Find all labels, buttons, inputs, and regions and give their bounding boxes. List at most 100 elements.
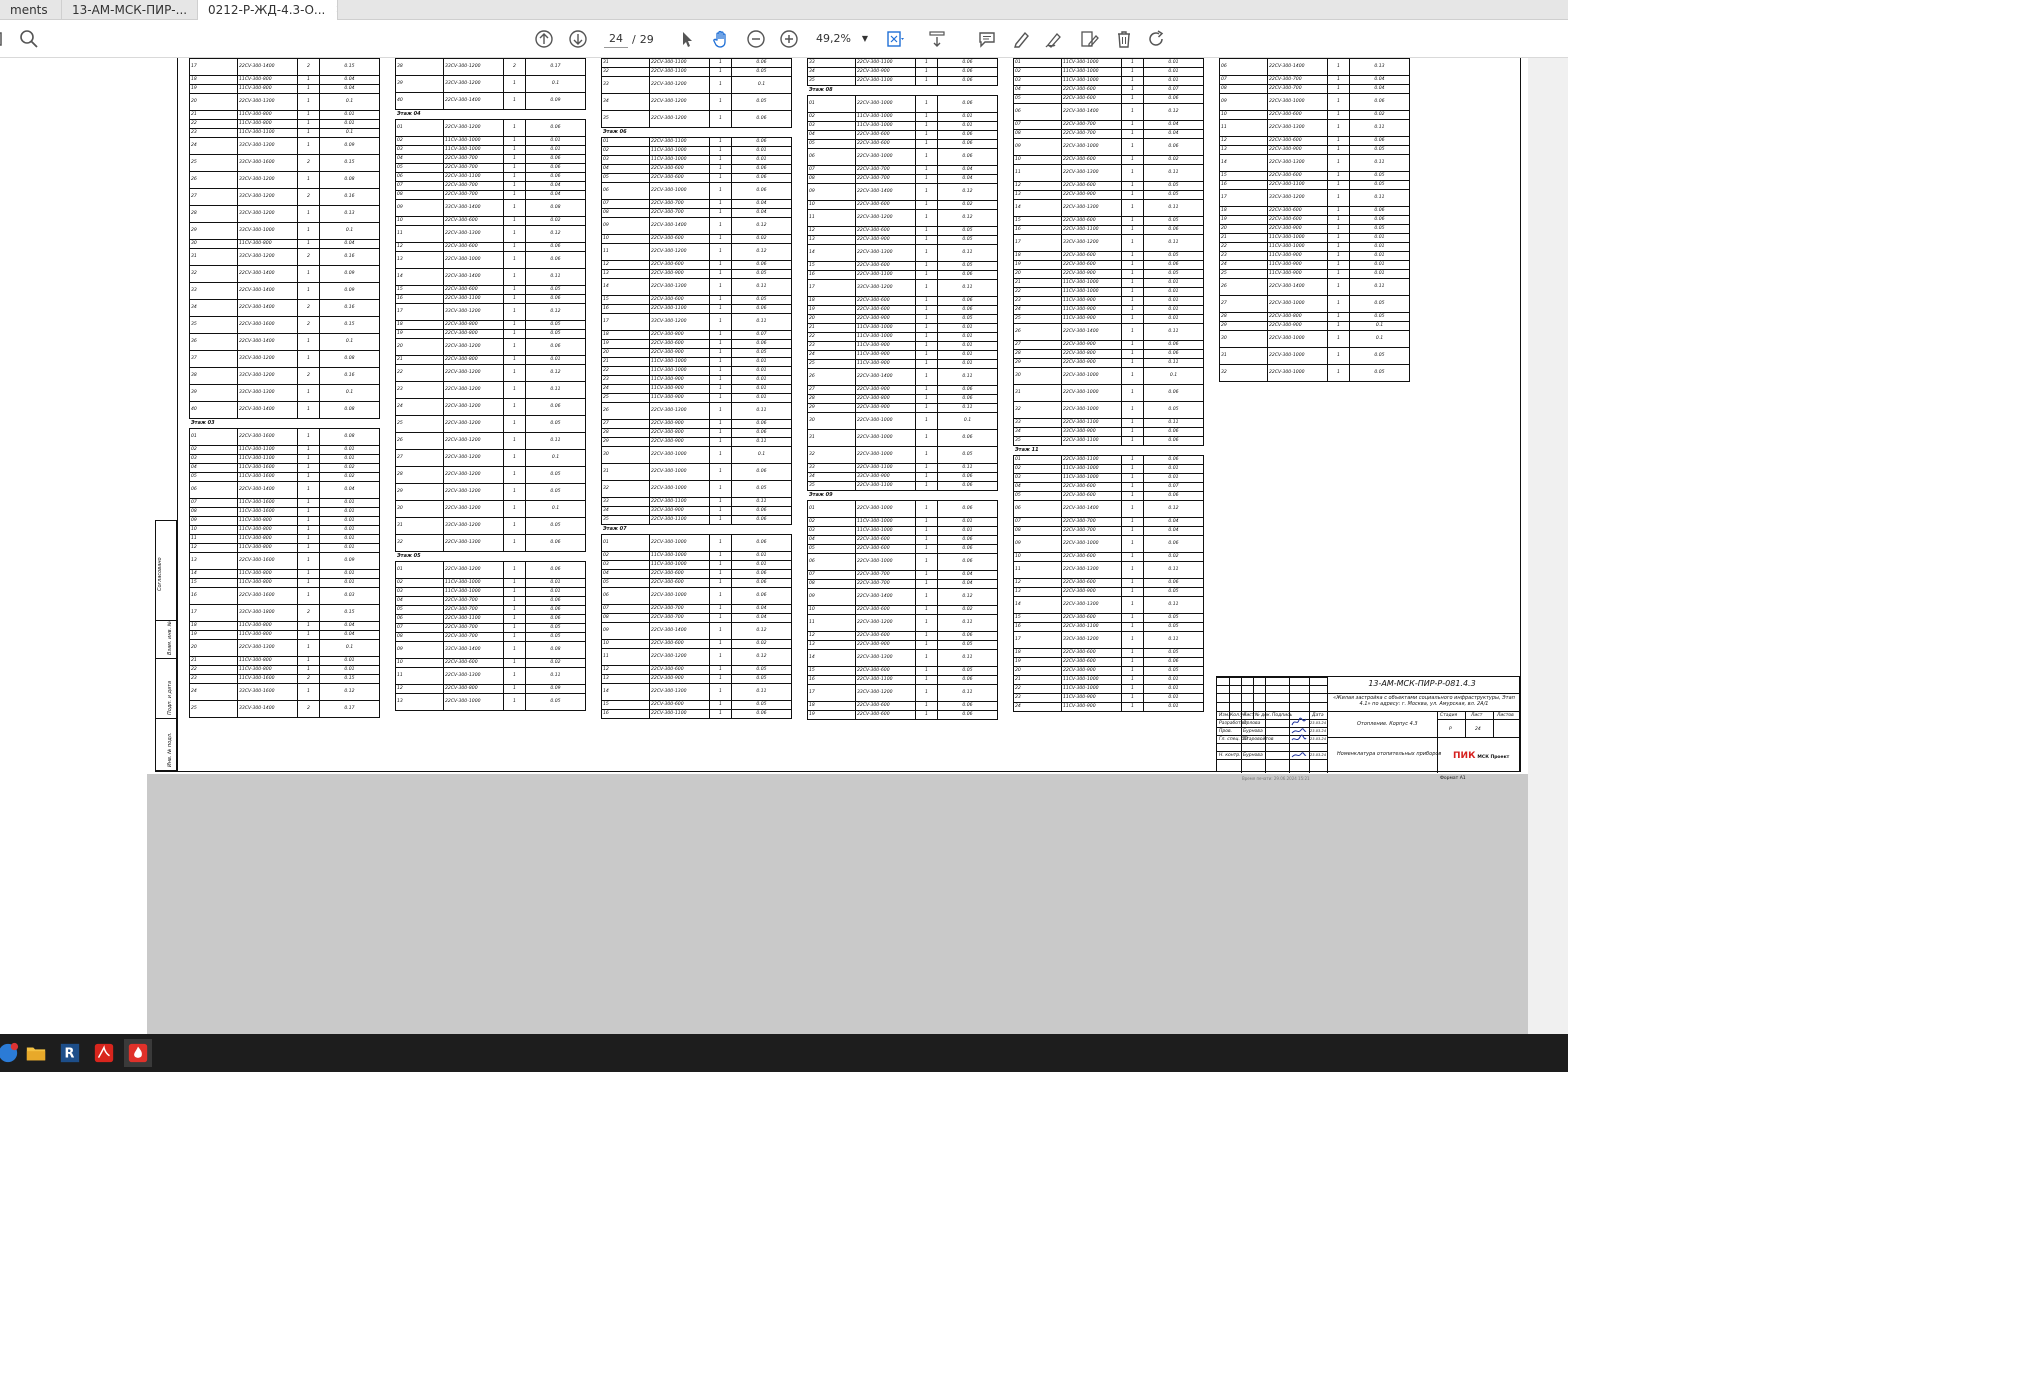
value: 0.11 [1143, 358, 1204, 368]
quantity: 1 [1327, 347, 1350, 365]
quantity: 1 [297, 472, 320, 482]
value: 0.06 [525, 338, 586, 356]
value: 0.13 [1349, 58, 1410, 76]
edge-browser-icon[interactable] [0, 1039, 22, 1067]
table-row: 40 22CV-300-1400 1 0.09 [395, 92, 586, 110]
value: 0.06 [731, 587, 792, 605]
quantity: 1 [503, 154, 526, 164]
pdf-app-icon[interactable] [124, 1039, 152, 1067]
table-row: 17 33CV-300-1200 1 0.11 [807, 279, 998, 297]
quantity: 1 [1121, 578, 1144, 588]
value: 0.03 [319, 587, 380, 605]
scroll-mode-icon[interactable] [926, 28, 948, 50]
row-number: 26 [807, 368, 856, 386]
search-icon[interactable] [18, 28, 40, 50]
radiator-model: 11CV-300-800 [237, 525, 298, 535]
table-row: 28 33CV-300-1200 1 0.13 [189, 205, 380, 223]
document-viewport[interactable]: Согласовано Взам. инв. № Подп. и дата Ин… [0, 58, 1568, 1034]
row-number: 10 [601, 639, 650, 649]
close-icon[interactable]: ✕ [335, 0, 337, 20]
value: 0.01 [319, 534, 380, 544]
rotate-icon[interactable] [1146, 28, 1168, 50]
quantity: 1 [1121, 58, 1144, 68]
trash-icon[interactable] [1113, 28, 1135, 50]
table-row: 22 11CV-300-1000 1 0.01 [601, 366, 792, 376]
quantity: 1 [503, 364, 526, 382]
radiator-model: 11CV-300-800 [237, 534, 298, 544]
comment-icon[interactable] [976, 28, 998, 50]
value: 0.01 [1143, 693, 1204, 703]
tab-doc-2-active[interactable]: 0212-Р-ЖД-4.3-О...✕ [198, 0, 338, 20]
table-row: 31 22CV-300-1000 1 0.06 [807, 429, 998, 447]
table-row: 09 22CV-300-1400 1 0.12 [601, 217, 792, 235]
value: 0.06 [731, 709, 792, 719]
table-row: 28 22CV-300-800 1 0.06 [1013, 349, 1204, 359]
row-number: 16 [807, 675, 856, 685]
person-name: Орлова [1243, 721, 1261, 726]
row-number: 08 [807, 579, 856, 589]
tab-doc-1[interactable]: 13-АМ-МСК-ПИР-... [62, 0, 198, 20]
quantity: 1 [915, 139, 938, 149]
radiator-model: 22CV-300-1400 [649, 217, 710, 235]
radiator-model: 22CV-300-1300 [443, 534, 504, 552]
highlight-pen-icon[interactable] [1010, 28, 1032, 50]
quantity: 1 [1327, 84, 1350, 94]
value: 0.02 [937, 200, 998, 210]
row-number: 31 [807, 429, 856, 447]
quantity: 1 [1121, 181, 1144, 191]
value: 0.06 [525, 614, 586, 624]
quantity: 1 [503, 605, 526, 615]
hand-tool-icon[interactable] [710, 28, 732, 50]
value: 0.16 [319, 299, 380, 317]
zoom-out-button[interactable] [745, 28, 767, 50]
page-number-input[interactable]: 24 [604, 30, 628, 48]
radiator-model: 22CV-300-1000 [855, 429, 916, 447]
value: 0.09 [319, 265, 380, 283]
previous-page-button[interactable] [533, 28, 555, 50]
value: 0.05 [525, 693, 586, 711]
radiator-model: 22CV-300-1200 [443, 432, 504, 450]
value: 0.05 [937, 235, 998, 245]
draw-icon[interactable] [1043, 28, 1065, 50]
value: 0.05 [1143, 401, 1204, 419]
next-page-button[interactable] [567, 28, 589, 50]
quantity: 1 [1121, 234, 1144, 252]
radiator-model: 11CV-300-800 [237, 119, 298, 129]
zoom-in-button[interactable] [778, 28, 800, 50]
table-row: 16 22CV-300-1100 1 0.06 [1013, 225, 1204, 235]
row-number: 07 [807, 165, 856, 175]
radiator-model: 22CV-300-900 [855, 235, 916, 245]
zoom-level-select[interactable]: 49,2% ▼ [816, 30, 868, 48]
value: 0.05 [1349, 364, 1410, 382]
row-number: 09 [807, 588, 856, 606]
value: 0.06 [1143, 436, 1204, 446]
radiator-model: 11CV-300-1600 [237, 674, 298, 684]
row-number: 06 [1219, 58, 1268, 76]
file-explorer-icon[interactable] [22, 1039, 50, 1067]
row-number: 10 [1013, 552, 1062, 562]
row-number: 05 [395, 605, 444, 615]
row-number: 11 [1219, 119, 1268, 137]
radiator-model: 22CV-300-1400 [649, 622, 710, 640]
select-cursor-icon[interactable] [676, 28, 698, 50]
row-number: 02 [601, 551, 650, 561]
sidebar-toggle-icon[interactable] [0, 28, 12, 50]
edit-text-icon[interactable] [1078, 28, 1100, 50]
quantity: 1 [709, 506, 732, 516]
stage-header: Стадия [1440, 713, 1458, 718]
table-row: 35 22CV-300-1100 1 0.06 [807, 481, 998, 491]
quantity: 1 [503, 517, 526, 535]
tab-documents[interactable]: ments [0, 0, 62, 20]
radiator-model: 11CV-300-800 [237, 621, 298, 631]
value: 0.11 [1143, 323, 1204, 341]
row-number: 13 [395, 693, 444, 711]
fit-page-icon[interactable] [884, 28, 906, 50]
radiator-model: 22CV-300-1300 [1061, 164, 1122, 182]
quantity: 1 [1121, 323, 1144, 341]
revit-icon[interactable]: R [56, 1039, 84, 1067]
quantity: 1 [503, 623, 526, 633]
value: 0.05 [731, 93, 792, 111]
row-number: 30 [1219, 330, 1268, 348]
acrobat-icon[interactable] [90, 1039, 118, 1067]
table-row: 31 22CV-300-1000 1 0.06 [601, 463, 792, 481]
